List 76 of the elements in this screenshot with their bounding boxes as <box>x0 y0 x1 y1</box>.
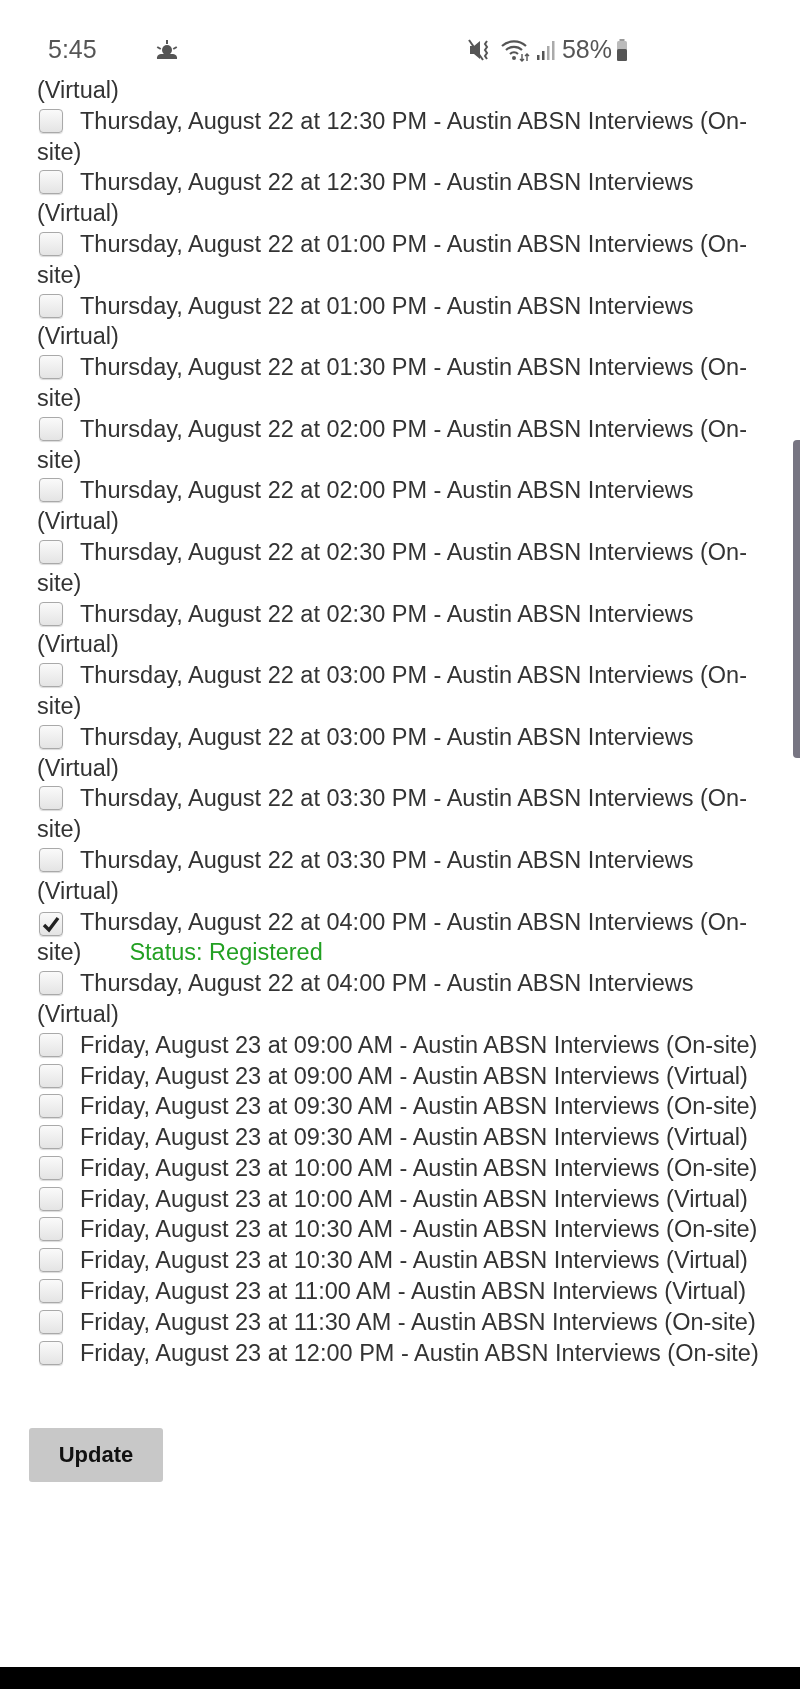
slot-label: Thursday, August 22 at 04:00 PM - Austin ABSN Interviews (On- <box>80 908 748 935</box>
slot-label: Friday, August 23 at 09:00 AM - Austin ABSN Interviews (Virtual) <box>80 1062 748 1089</box>
slot-label-continuation: site) <box>37 939 82 966</box>
checkbox[interactable] <box>39 1217 63 1242</box>
checkbox[interactable] <box>39 170 63 195</box>
cut-off-text: (Virtual) <box>37 76 120 105</box>
scrollbar[interactable] <box>793 440 800 758</box>
checkbox[interactable] <box>39 355 63 380</box>
checkbox[interactable] <box>39 1032 63 1057</box>
checkbox[interactable] <box>39 847 63 872</box>
slot-label: Thursday, August 22 at 12:30 PM - Austin ABSN Interviews (On- <box>80 107 748 134</box>
slot-label-continuation: site) <box>37 261 82 288</box>
slot-label: Friday, August 23 at 09:30 AM - Austin ABSN Interviews (On-site) <box>80 1093 758 1120</box>
checkbox[interactable] <box>39 539 63 564</box>
checkbox[interactable] <box>39 232 63 256</box>
checkbox[interactable] <box>39 911 63 936</box>
battery-icon <box>616 37 628 62</box>
slot-label-continuation: site) <box>37 569 82 596</box>
checkbox[interactable] <box>39 1309 63 1334</box>
checkbox[interactable] <box>39 416 63 441</box>
slot-label: Friday, August 23 at 11:00 AM - Austin ABSN Interviews (Virtual) <box>80 1278 747 1305</box>
slot-label: Thursday, August 22 at 02:30 PM - Austin ABSN Interviews (On- <box>80 538 748 565</box>
slot-label: Thursday, August 22 at 01:30 PM - Austin ABSN Interviews (On- <box>80 354 748 381</box>
slot-label: Friday, August 23 at 10:30 AM - Austin ABSN Interviews (On-site) <box>80 1216 758 1243</box>
checkbox[interactable] <box>39 601 63 626</box>
slot-label: Thursday, August 22 at 03:30 PM - Austin ABSN Interviews (On- <box>80 785 748 812</box>
slot-label: Thursday, August 22 at 01:00 PM - Austin ABSN Interviews <box>80 292 694 319</box>
slot-label: Friday, August 23 at 09:30 AM - Austin ABSN Interviews (Virtual) <box>80 1124 748 1151</box>
slot-label: Thursday, August 22 at 12:30 PM - Austin ABSN Interviews <box>80 169 694 196</box>
slot-label: Friday, August 23 at 10:00 AM - Austin ABSN Interviews (Virtual) <box>80 1185 748 1212</box>
checkbox[interactable] <box>39 1063 63 1088</box>
update-button[interactable]: Update <box>29 1428 163 1483</box>
slot-label-continuation: (Virtual) <box>37 631 119 658</box>
checkbox[interactable] <box>39 724 63 749</box>
checkbox[interactable] <box>39 971 63 996</box>
checkbox[interactable] <box>39 108 63 133</box>
slot-label-continuation: (Virtual) <box>37 754 119 781</box>
clock-time: 5:45 <box>48 35 97 64</box>
checkbox[interactable] <box>39 1125 63 1150</box>
signal-icon <box>535 38 556 61</box>
checkbox[interactable] <box>39 1094 63 1119</box>
slot-label-continuation: (Virtual) <box>37 323 119 350</box>
slot-label-continuation: (Virtual) <box>37 508 119 535</box>
slot-label-continuation: site) <box>37 816 82 843</box>
slot-label: Friday, August 23 at 12:00 PM - Austin ABSN Interviews (On-site) <box>80 1339 759 1366</box>
battery-percent: 58% <box>561 35 612 64</box>
slot-label: Friday, August 23 at 09:00 AM - Austin ABSN Interviews (On-site) <box>80 1031 758 1058</box>
slot-label-continuation: site) <box>37 138 82 165</box>
slot-label-continuation: (Virtual) <box>37 877 119 904</box>
wifi-icon <box>499 37 530 62</box>
slot-label-continuation: site) <box>37 384 82 411</box>
slot-label: Friday, August 23 at 11:30 AM - Austin ABSN Interviews (On-site) <box>80 1308 756 1335</box>
slot-label-continuation: (Virtual) <box>37 1000 119 1027</box>
slot-label: Thursday, August 22 at 03:00 PM - Austin ABSN Interviews (On- <box>80 662 748 689</box>
slot-label: Thursday, August 22 at 02:00 PM - Austin ABSN Interviews (On- <box>80 415 748 442</box>
checkbox[interactable] <box>39 1155 63 1180</box>
slot-label: Thursday, August 22 at 02:00 PM - Austin ABSN Interviews <box>80 477 694 504</box>
checkbox[interactable] <box>39 1340 63 1365</box>
slot-label-continuation: site) <box>37 446 82 473</box>
slot-label: Thursday, August 22 at 02:30 PM - Austin ABSN Interviews <box>80 600 694 627</box>
slot-label: Thursday, August 22 at 01:00 PM - Austin ABSN Interviews (On- <box>80 231 748 257</box>
checkbox[interactable] <box>39 786 63 811</box>
checkbox[interactable] <box>39 1248 63 1273</box>
slot-label: Thursday, August 22 at 04:00 PM - Austin ABSN Interviews <box>80 970 694 997</box>
registration-status: Status: Registered <box>129 939 323 966</box>
slot-label: Thursday, August 22 at 03:00 PM - Austin ABSN Interviews <box>80 723 694 750</box>
slot-label: Friday, August 23 at 10:30 AM - Austin ABSN Interviews (Virtual) <box>80 1247 748 1274</box>
slot-label-continuation: (Virtual) <box>37 200 119 227</box>
slot-label: Thursday, August 22 at 03:30 PM - Austin ABSN Interviews <box>80 846 694 873</box>
checkbox[interactable] <box>39 663 63 688</box>
checkbox[interactable] <box>39 293 63 318</box>
slot-label-continuation: site) <box>37 692 82 719</box>
checkbox[interactable] <box>39 1279 63 1304</box>
checkbox[interactable] <box>39 1186 63 1211</box>
checkbox[interactable] <box>39 478 63 503</box>
slot-label: Friday, August 23 at 10:00 AM - Austin ABSN Interviews (On-site) <box>80 1154 758 1181</box>
